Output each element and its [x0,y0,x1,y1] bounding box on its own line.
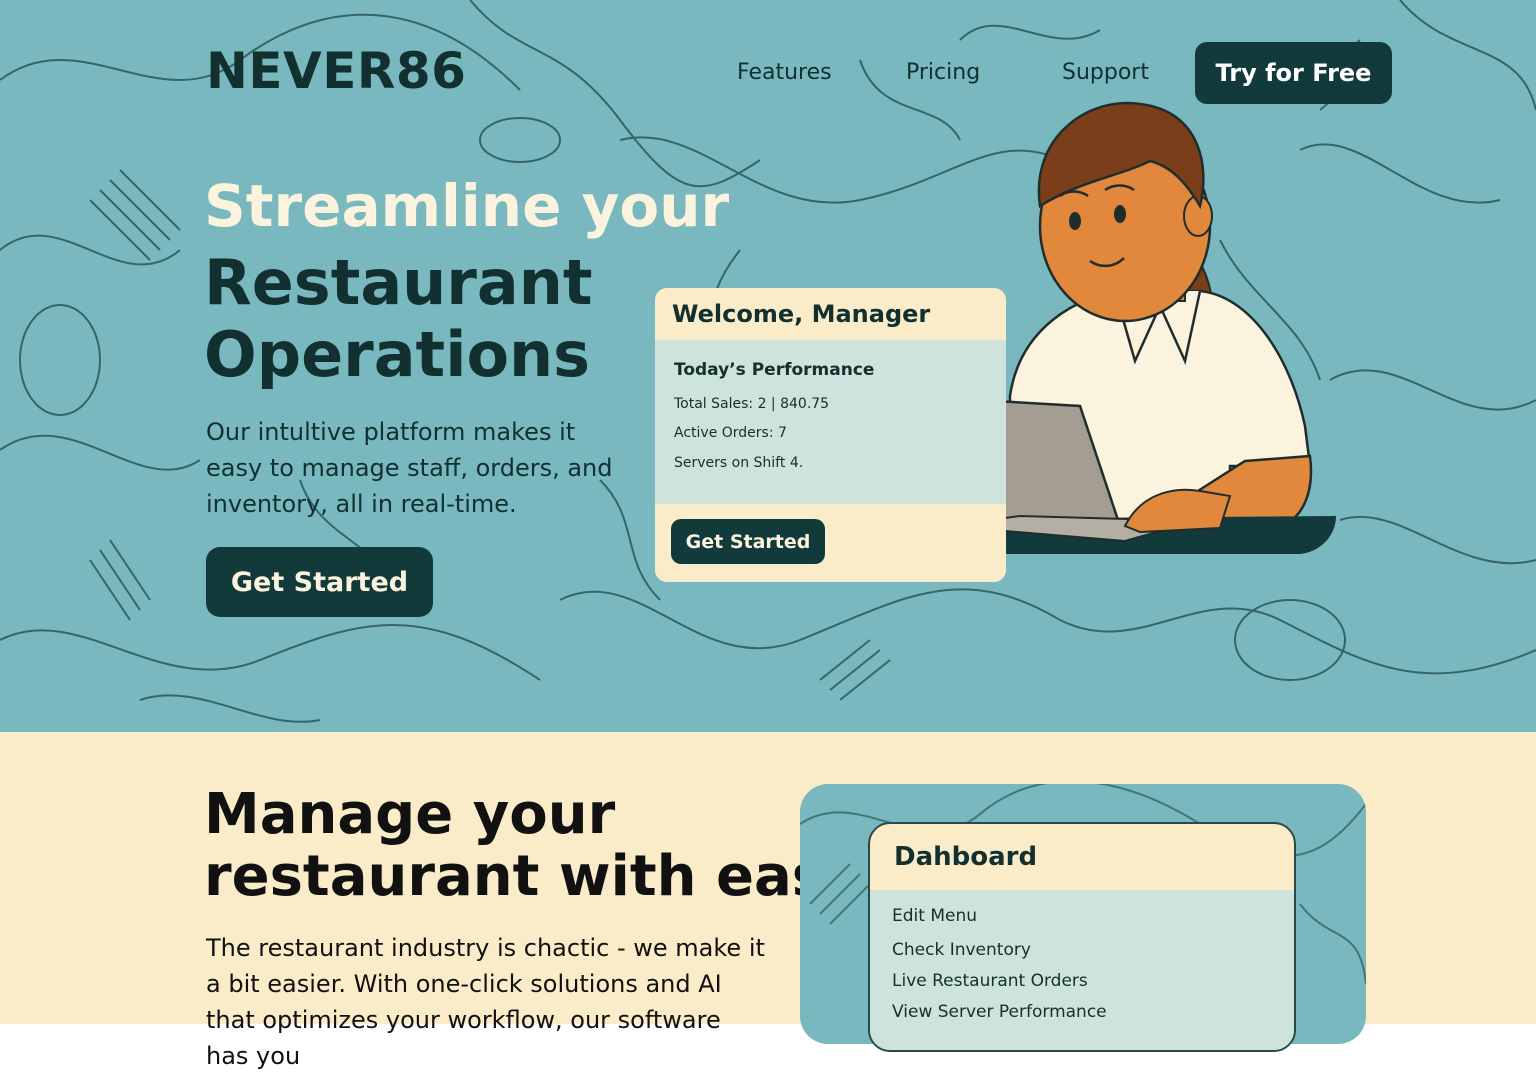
servers-on-shift-stat: Servers on Shift 4. [674,455,804,471]
nav-features-link[interactable]: Features [737,60,832,85]
hero-description: Our intultive platform makes it easy to … [206,418,613,518]
dashboard-item-live-orders[interactable]: Live Restaurant Orders [892,971,1088,991]
dashboard-item-check-inventory[interactable]: Check Inventory [892,940,1031,960]
nav-support-link[interactable]: Support [1062,60,1149,85]
nav-pricing-link[interactable]: Pricing [906,60,980,85]
active-orders-stat: Active Orders: 7 [674,425,787,441]
features-description: The restaurant industry is chactic - we … [206,934,765,1070]
try-for-free-button[interactable]: Try for Free [1195,42,1392,104]
welcome-card: Welcome, Manager Today’s Performance Tot… [655,288,1006,582]
dashboard-card: Dahboard Edit Menu Check Inventory Live … [868,822,1296,1052]
card-get-started-button[interactable]: Get Started [671,519,825,564]
brand-logo[interactable]: NEVER86 [206,42,466,100]
performance-title: Today’s Performance [674,360,875,380]
dashboard-item-edit-menu[interactable]: Edit Menu [892,906,977,926]
dashboard-title: Dahboard [894,842,1038,872]
hero-headline-light: Streamline your [204,172,730,240]
hero-get-started-button[interactable]: Get Started [206,547,433,617]
hero-headline-line-1: Restaurant [204,246,593,319]
welcome-title: Welcome, Manager [672,300,931,328]
features-headline-line-2: restaurant with ease [204,844,864,909]
features-headline-line-1: Manage your [204,782,616,847]
hero-section: NEVER86 Features Pricing Support Try for… [0,0,1536,732]
total-sales-stat: Total Sales: 2 | 840.75 [674,396,830,412]
hero-headline-line-2: Operations [204,318,591,391]
dashboard-item-server-performance[interactable]: View Server Performance [892,1002,1107,1022]
